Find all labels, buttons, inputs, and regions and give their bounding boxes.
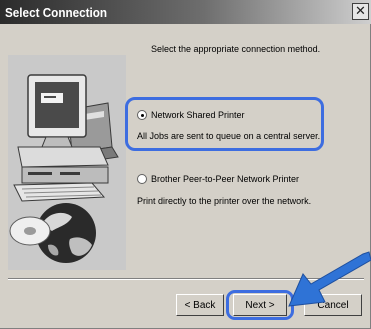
computer-printer-globe-icon xyxy=(8,55,126,270)
instruction-text: Select the appropriate connection method… xyxy=(151,44,321,54)
option-description-peer-to-peer-printer: Print directly to the printer over the n… xyxy=(137,196,312,206)
close-icon: ✕ xyxy=(355,4,366,19)
option-label-peer-to-peer-printer[interactable]: Brother Peer-to-Peer Network Printer xyxy=(151,174,299,184)
back-button[interactable]: < Back xyxy=(176,294,224,316)
title-bar[interactable]: Select Connection ✕ xyxy=(0,0,371,24)
close-button[interactable]: ✕ xyxy=(352,3,369,20)
blue-arrow-icon xyxy=(288,251,371,307)
select-connection-dialog: Select Connection ✕ Select the appropria… xyxy=(0,0,371,329)
selected-option-highlight xyxy=(125,97,324,151)
next-button-highlight xyxy=(226,290,294,320)
radio-network-shared-printer[interactable] xyxy=(137,110,147,120)
radio-peer-to-peer-printer[interactable] xyxy=(137,174,147,184)
option-label-network-shared-printer[interactable]: Network Shared Printer xyxy=(151,110,245,120)
option-description-network-shared-printer: All Jobs are sent to queue on a central … xyxy=(137,131,321,141)
window-title: Select Connection xyxy=(5,4,108,20)
